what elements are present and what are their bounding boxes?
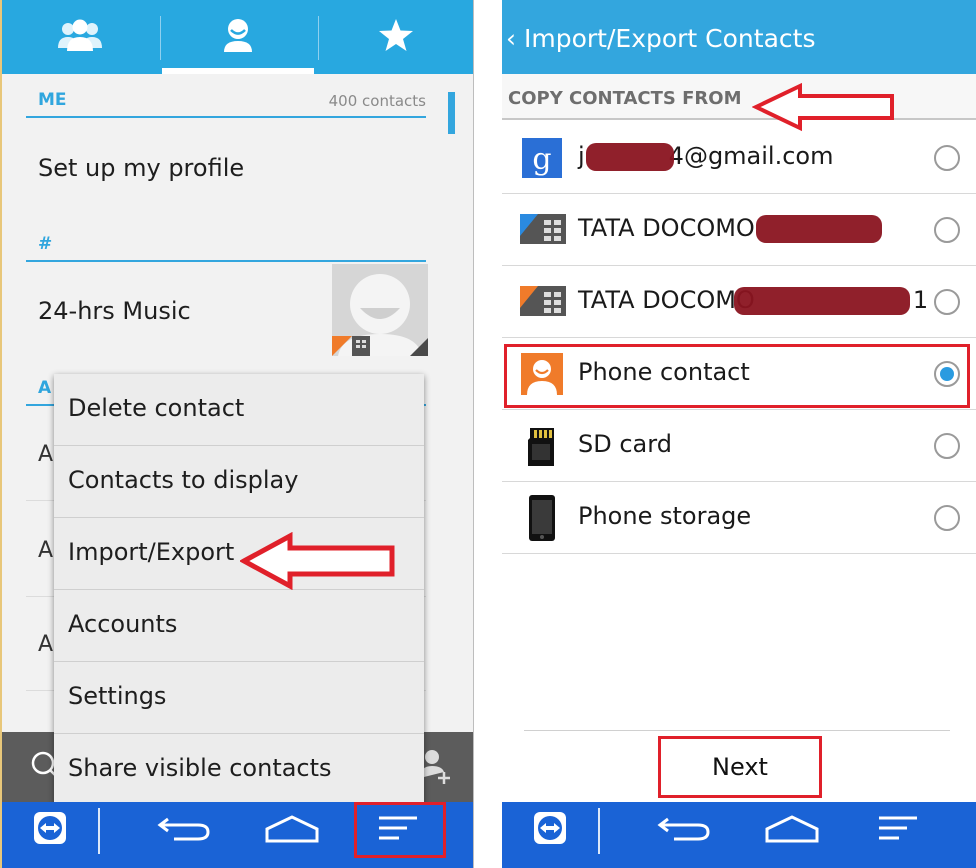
option-label-suffix: 4@gmail.com xyxy=(668,142,834,170)
tab-groups[interactable] xyxy=(2,0,158,74)
option-label: j xyxy=(578,142,585,170)
redaction-mark xyxy=(734,287,910,315)
menu-button[interactable] xyxy=(866,802,930,858)
home-icon xyxy=(763,813,821,847)
option-google-account[interactable]: g j 4@gmail.com xyxy=(502,122,976,194)
contacts-count: 400 contacts xyxy=(328,92,426,110)
menu-item-delete-contact[interactable]: Delete contact xyxy=(54,374,424,446)
option-label: Phone storage xyxy=(578,502,752,530)
system-nav-bar xyxy=(502,802,976,868)
page-title: Import/Export Contacts xyxy=(524,24,816,53)
google-icon: g xyxy=(520,136,564,180)
copy-contacts-header: COPY CONTACTS FROM xyxy=(502,74,976,120)
sim-card-icon xyxy=(520,208,566,252)
contact-row-a1[interactable]: A xyxy=(38,442,53,467)
chevron-left-icon[interactable]: ‹ xyxy=(506,24,516,53)
teamviewer-icon xyxy=(33,811,67,849)
home-button[interactable] xyxy=(760,802,824,858)
radio-phone-storage[interactable] xyxy=(934,505,960,531)
contact-avatar xyxy=(332,264,428,356)
scroll-indicator[interactable] xyxy=(448,92,455,134)
me-section-header: ME 400 contacts xyxy=(26,88,426,118)
radio-sd-card[interactable] xyxy=(934,433,960,459)
menu-item-accounts[interactable]: Accounts xyxy=(54,590,424,662)
phone-storage-icon xyxy=(520,495,564,541)
option-sd-card[interactable]: SD card xyxy=(502,410,976,482)
back-icon xyxy=(156,813,212,847)
contact-24hrs-music[interactable]: 24-hrs Music xyxy=(38,297,191,325)
radio-tata-docomo-1[interactable] xyxy=(934,217,960,243)
menu-label: Share visible contacts xyxy=(68,754,332,782)
setup-profile-row[interactable]: Set up my profile xyxy=(38,154,244,182)
contact-row-a3[interactable]: A xyxy=(38,632,53,657)
hash-section-header: # xyxy=(26,232,426,262)
home-button[interactable] xyxy=(260,802,324,858)
teamviewer-button[interactable] xyxy=(524,802,576,858)
back-button[interactable] xyxy=(652,802,716,858)
redaction-mark xyxy=(756,215,882,243)
tab-favorites[interactable] xyxy=(318,0,473,74)
teamviewer-icon xyxy=(533,811,567,849)
option-tata-docomo-1[interactable]: TATA DOCOMO xyxy=(502,194,976,266)
annotation-box-next xyxy=(658,736,822,798)
tab-me[interactable] xyxy=(160,0,316,74)
back-icon xyxy=(656,813,712,847)
a-section-title: A xyxy=(38,378,52,398)
star-icon xyxy=(378,18,414,56)
annotation-box-phone-contact xyxy=(504,344,970,408)
app-bar: ‹ Import/Export Contacts xyxy=(502,0,976,74)
back-button[interactable] xyxy=(152,802,216,858)
contact-row-a2[interactable]: A xyxy=(38,538,53,563)
sd-card-icon xyxy=(520,424,564,468)
menu-item-settings[interactable]: Settings xyxy=(54,662,424,734)
sim-card-icon xyxy=(520,280,566,324)
home-icon xyxy=(263,813,321,847)
radio-tata-docomo-2[interactable] xyxy=(934,289,960,315)
svg-text:g: g xyxy=(532,142,551,177)
import-export-screen: ‹ Import/Export Contacts COPY CONTACTS F… xyxy=(502,0,976,868)
me-section-title: ME xyxy=(38,90,67,110)
redaction-mark xyxy=(586,143,674,171)
option-label-suffix: 1 xyxy=(912,286,929,314)
contacts-screen: ME 400 contacts Set up my profile # 24-h… xyxy=(0,0,474,868)
annotation-arrow-import-export xyxy=(238,531,400,594)
option-phone-storage[interactable]: Phone storage xyxy=(502,482,976,554)
menu-item-share-visible-contacts[interactable]: Share visible contacts xyxy=(54,734,424,806)
option-label: SD card xyxy=(578,430,672,458)
menu-label: Settings xyxy=(68,682,167,710)
annotation-box-menu xyxy=(354,802,446,858)
hash-section-title: # xyxy=(38,234,53,254)
option-label: TATA DOCOMO xyxy=(578,214,755,242)
menu-label: Accounts xyxy=(68,610,178,638)
menu-item-contacts-to-display[interactable]: Contacts to display xyxy=(54,446,424,518)
radio-google-account[interactable] xyxy=(934,145,960,171)
groups-icon xyxy=(56,18,104,56)
option-label: TATA DOCOMO xyxy=(578,286,755,314)
person-icon xyxy=(221,17,255,57)
contacts-tab-bar xyxy=(2,0,473,74)
copy-contacts-label: COPY CONTACTS FROM xyxy=(508,88,742,109)
menu-icon xyxy=(877,815,919,845)
option-tata-docomo-2[interactable]: TATA DOCOMO 1 xyxy=(502,266,976,338)
menu-label: Contacts to display xyxy=(68,466,299,494)
menu-label: Import/Export xyxy=(68,538,235,566)
menu-label: Delete contact xyxy=(68,394,245,422)
teamviewer-button[interactable] xyxy=(24,802,76,858)
